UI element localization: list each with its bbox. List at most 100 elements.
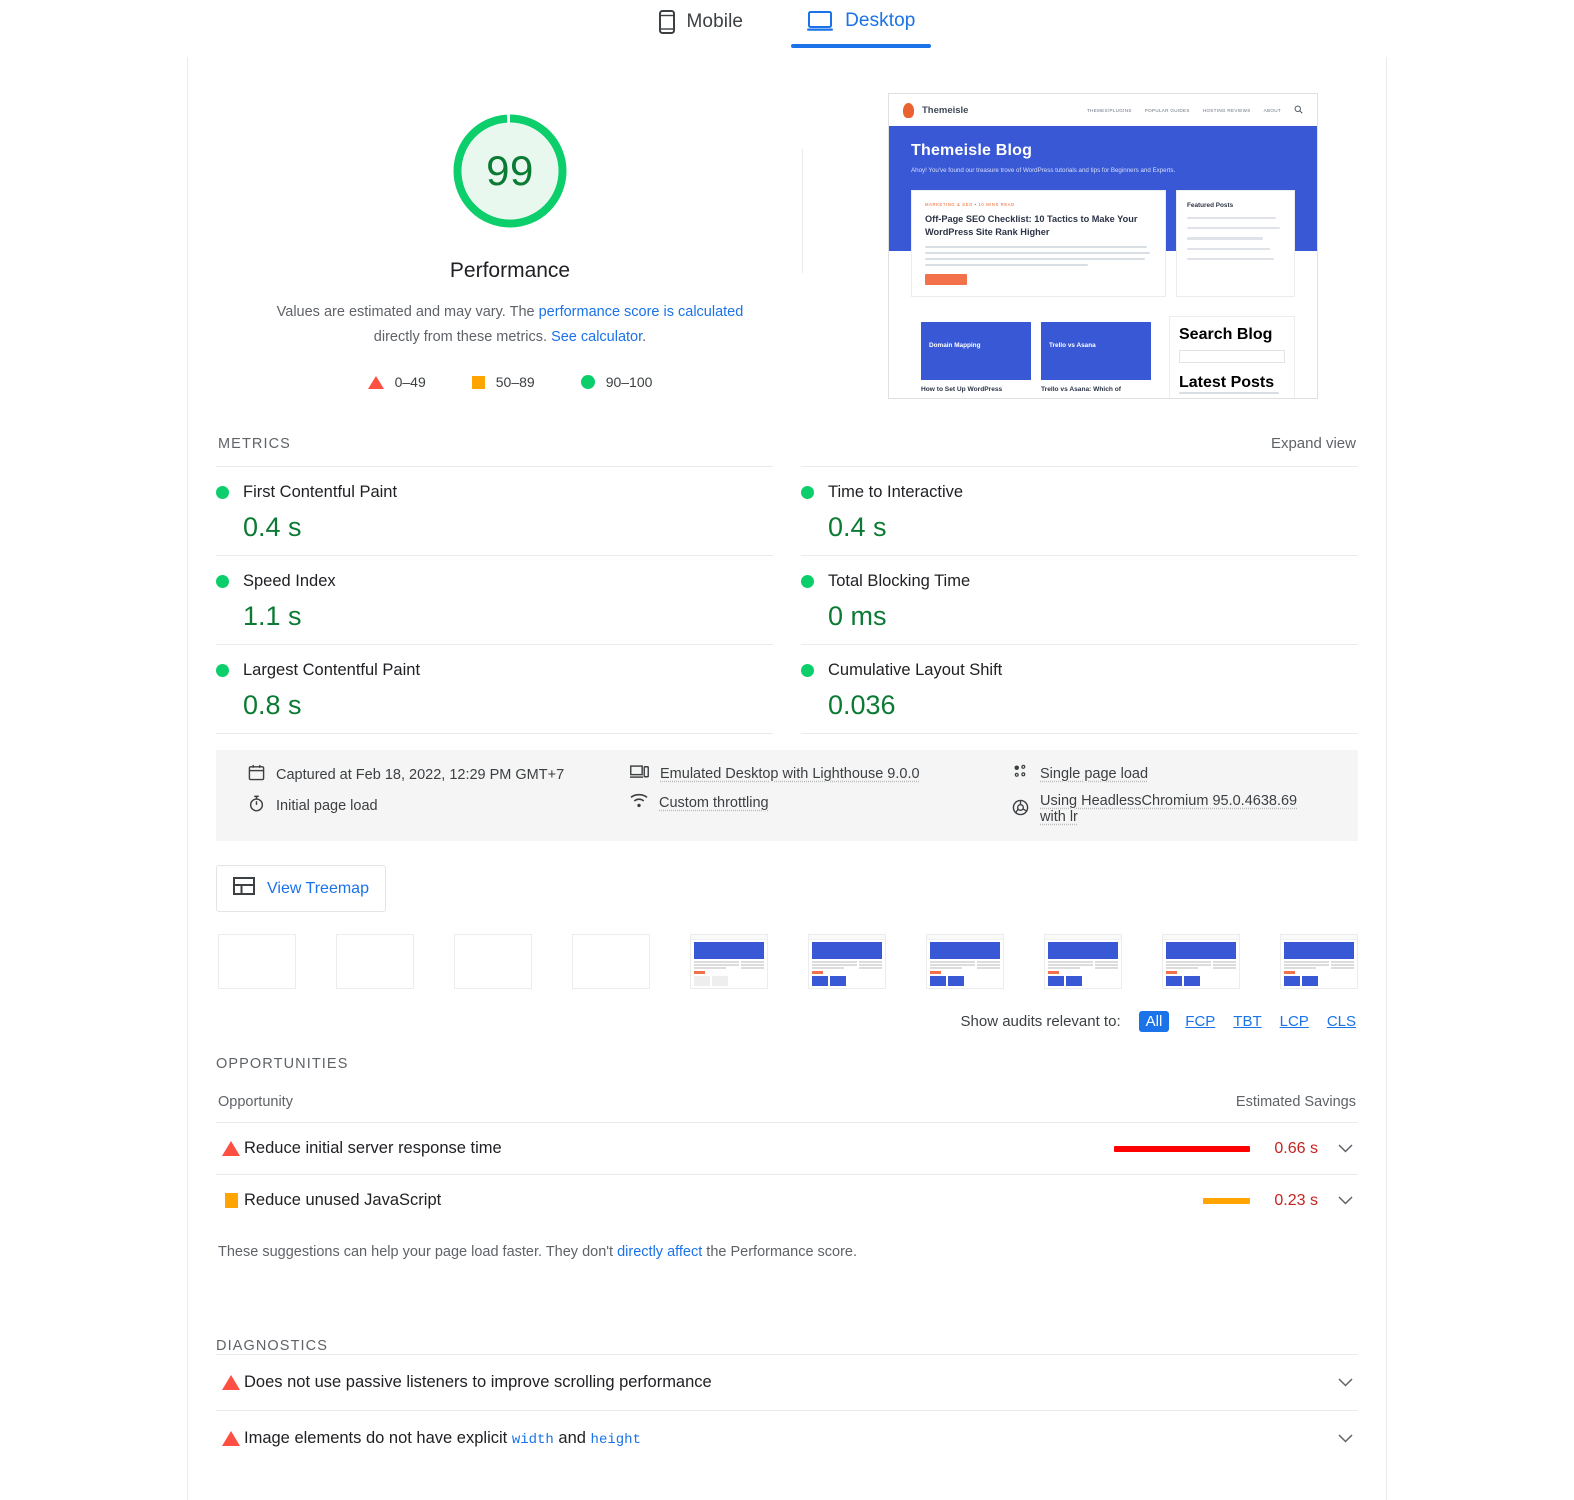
metric-label: Cumulative Layout Shift — [828, 661, 1003, 679]
metric-label: Total Blocking Time — [828, 572, 971, 590]
env-captured-at: Captured at Feb 18, 2022, 12:29 PM GMT+7 — [248, 764, 630, 785]
code-height: height — [590, 1432, 641, 1448]
diagnostic-row-passive-listeners[interactable]: Does not use passive listeners to improv… — [216, 1354, 1358, 1410]
performance-score-link[interactable]: performance score is calculated — [539, 304, 744, 320]
metric-label: Speed Index — [243, 572, 336, 590]
mini-search-heading: Search Blog — [1179, 326, 1273, 343]
metrics-header: METRICS Expand view — [216, 399, 1358, 452]
performance-gauge: 99 — [448, 109, 572, 233]
audit-filter-tbt[interactable]: TBT — [1231, 1011, 1263, 1032]
score-description: Values are estimated and may vary. The p… — [260, 300, 760, 350]
env-initial-page-load-text: Initial page load — [276, 797, 378, 814]
mini-nav-link: HOSTING REVIEWS — [1202, 107, 1251, 113]
network-throttle-icon — [630, 793, 648, 812]
mini-nav-link: THEMES/PLUGINS — [1086, 107, 1132, 113]
metrics-column-right: Time to Interactive 0.4 s Total Blocking… — [801, 466, 1358, 734]
final-screenshot: Themeisle THEMES/PLUGINS POPULAR GUIDES … — [888, 93, 1318, 399]
square-icon — [218, 1193, 244, 1208]
status-circle-icon — [216, 575, 229, 588]
see-calculator-link[interactable]: See calculator — [551, 329, 642, 345]
chevron-down-icon[interactable] — [1334, 1144, 1356, 1153]
chevron-down-icon[interactable] — [1334, 1378, 1356, 1387]
opportunities-column-header: Opportunity Estimated Savings — [216, 1072, 1358, 1122]
legend-item-pass: 90–100 — [580, 374, 652, 390]
filmstrip-frame[interactable] — [1044, 934, 1122, 989]
calendar-icon — [248, 764, 265, 785]
ops-note-part1: These suggestions can help your page loa… — [218, 1244, 618, 1260]
env-user-agent: Using HeadlessChromium 95.0.4638.69 with… — [1012, 793, 1326, 825]
audit-filter-all[interactable]: All — [1138, 1011, 1170, 1032]
chevron-down-icon[interactable] — [1334, 1434, 1356, 1443]
performance-score-value: 99 — [486, 147, 534, 194]
metric-total-blocking-time: Total Blocking Time 0 ms — [801, 555, 1358, 644]
filmstrip-frame[interactable] — [1162, 934, 1240, 989]
view-treemap-button[interactable]: View Treemap — [216, 865, 386, 912]
mini-search-box: Search Blog Latest Posts — [1169, 316, 1295, 398]
opportunity-row-unused-javascript[interactable]: Reduce unused JavaScript 0.23 s — [216, 1174, 1358, 1226]
audit-filter-cls[interactable]: CLS — [1325, 1011, 1358, 1032]
metric-value: 0 ms — [828, 601, 887, 631]
opportunity-savings: 0.23 s — [1274, 1191, 1318, 1209]
summary-divider — [802, 149, 803, 273]
env-throttling-text: Custom throttling — [659, 794, 769, 811]
summary-section: 99 Performance Values are estimated and … — [216, 57, 1358, 399]
metric-value: 0.4 s — [828, 512, 887, 542]
filmstrip-frame[interactable] — [454, 934, 532, 989]
chevron-down-icon[interactable] — [1334, 1196, 1356, 1205]
score-desc-part2: directly from these metrics. — [373, 329, 552, 345]
filmstrip-frame[interactable] — [218, 934, 296, 989]
metrics-section-title: METRICS — [218, 436, 291, 452]
mobile-icon — [658, 10, 675, 34]
metric-label: First Contentful Paint — [243, 483, 398, 501]
stopwatch-icon — [248, 795, 265, 816]
status-circle-icon — [216, 486, 229, 499]
legend-item-average: 50–89 — [471, 374, 535, 390]
chromium-icon — [1012, 799, 1029, 820]
filmstrip-frame[interactable] — [690, 934, 768, 989]
legend-item-fail: 0–49 — [367, 374, 426, 390]
diagnostic-row-image-dimensions[interactable]: Image elements do not have explicit widt… — [216, 1410, 1358, 1466]
directly-affect-link[interactable]: directly affect — [617, 1244, 702, 1260]
site-logo-text: Themeisle — [922, 104, 969, 116]
audit-filter-fcp[interactable]: FCP — [1183, 1011, 1217, 1032]
filmstrip — [216, 934, 1358, 989]
filmstrip-frame[interactable] — [808, 934, 886, 989]
metric-value: 0.036 — [828, 690, 896, 720]
tab-mobile[interactable]: Mobile — [651, 10, 752, 50]
score-desc-part3: . — [642, 329, 647, 345]
audit-filter-label: Show audits relevant to: — [960, 1013, 1121, 1030]
env-user-agent-text: Using HeadlessChromium 95.0.4638.69 with… — [1040, 793, 1298, 825]
device-emulation-icon — [630, 764, 649, 783]
mini-hero-subtitle: Ahoy! You've found our treasure trove of… — [911, 167, 1176, 174]
filmstrip-frame[interactable] — [336, 934, 414, 989]
tab-desktop[interactable]: Desktop — [791, 10, 932, 48]
filmstrip-frame[interactable] — [926, 934, 1004, 989]
audit-filter-lcp[interactable]: LCP — [1278, 1011, 1311, 1032]
opportunity-label: Reduce unused JavaScript — [244, 1191, 442, 1209]
tab-desktop-label: Desktop — [845, 10, 916, 31]
filmstrip-frame[interactable] — [572, 934, 650, 989]
themeisle-logo-icon — [903, 102, 914, 118]
metric-cumulative-layout-shift: Cumulative Layout Shift 0.036 — [801, 644, 1358, 734]
mini-read-more-button — [925, 274, 967, 286]
expand-view-button[interactable]: Expand view — [1271, 435, 1356, 452]
filmstrip-frame[interactable] — [1280, 934, 1358, 989]
metric-value: 0.8 s — [243, 690, 302, 720]
mini-tile-1-caption: How to Set Up WordPress — [921, 386, 1003, 393]
single-page-load-icon — [1012, 764, 1029, 783]
metric-speed-index: Speed Index 1.1 s — [216, 555, 773, 644]
mini-post-tag: MARKETING & SEO • 10 MINS READ — [925, 202, 1015, 207]
mini-tile-2: Trello vs Asana — [1041, 322, 1151, 380]
desktop-icon — [807, 10, 834, 32]
search-icon — [1294, 105, 1303, 115]
mini-tile-2-caption: Trello vs Asana: Which of — [1041, 386, 1121, 393]
opportunity-row-server-response-time[interactable]: Reduce initial server response time 0.66… — [216, 1122, 1358, 1174]
status-circle-icon — [801, 575, 814, 588]
legend-label-average: 50–89 — [495, 374, 535, 390]
env-emulation: Emulated Desktop with Lighthouse 9.0.0 — [630, 764, 1012, 783]
triangle-icon — [367, 375, 384, 389]
opportunity-column-label: Opportunity — [218, 1094, 293, 1110]
metric-first-contentful-paint: First Contentful Paint 0.4 s — [216, 466, 773, 555]
env-captured-at-text: Captured at Feb 18, 2022, 12:29 PM GMT+7 — [276, 766, 565, 783]
triangle-icon — [218, 1431, 244, 1446]
